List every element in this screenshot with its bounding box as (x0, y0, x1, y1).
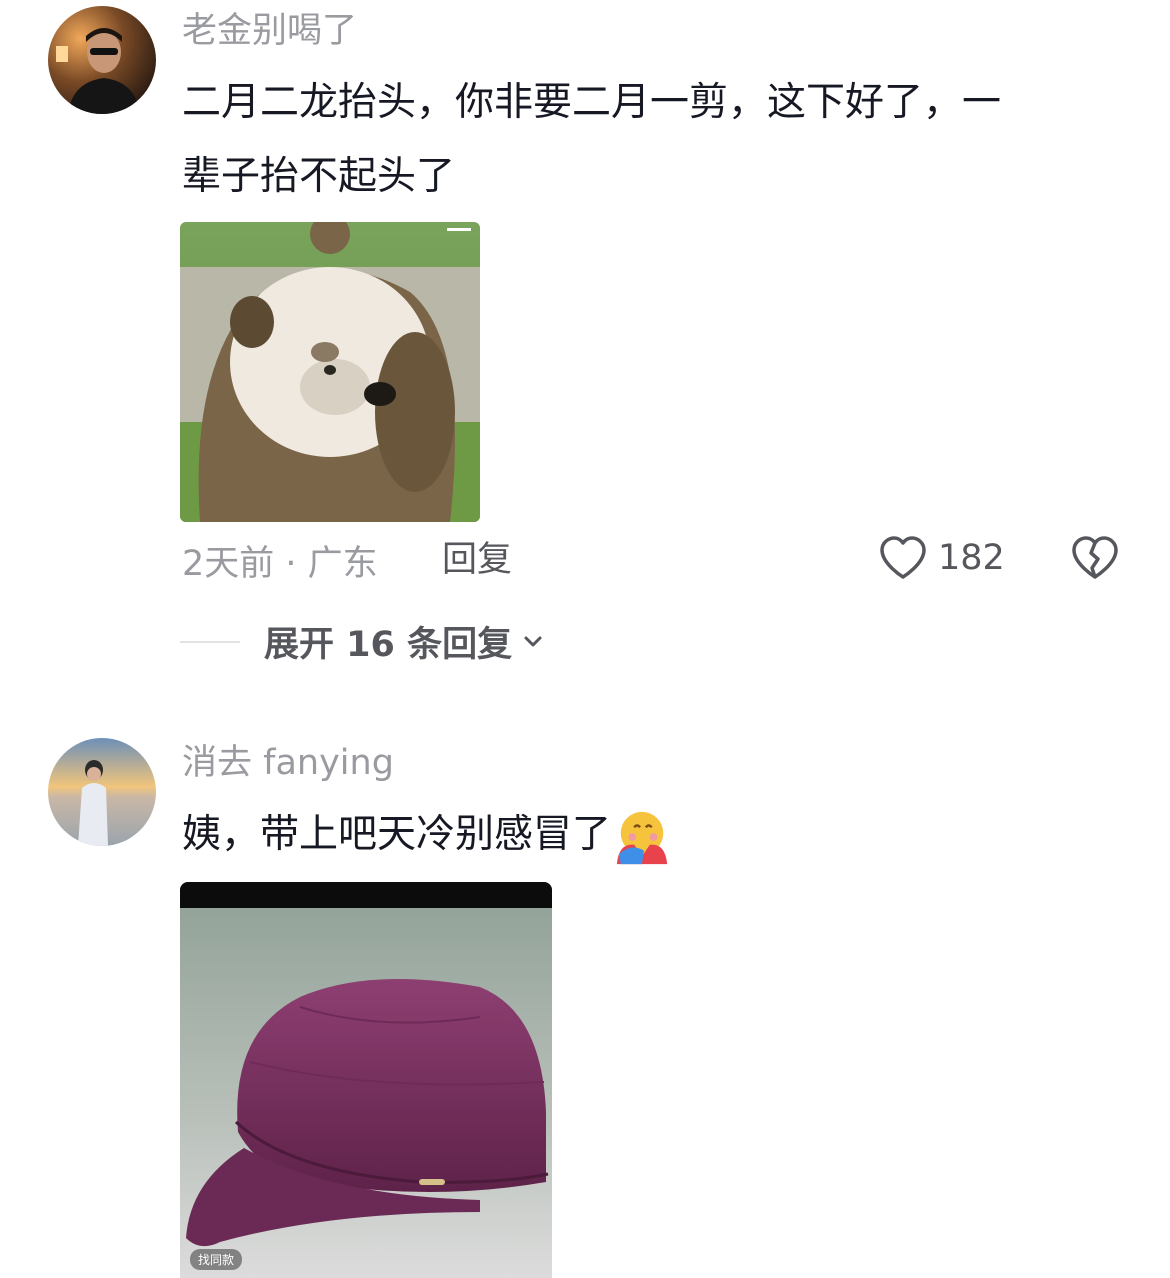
avatar[interactable] (48, 738, 156, 846)
expand-replies-button[interactable]: 展开 16 条回复 (180, 616, 546, 667)
comment-text: 姨，带上吧天冷别感冒了 (182, 798, 671, 872)
comment-image-hat[interactable]: 找同款 (180, 882, 552, 1278)
comment-meta: 2天前 · 广东 (182, 543, 378, 584)
chevron-down-icon (524, 636, 542, 646)
broken-heart-icon (1072, 536, 1118, 579)
username[interactable]: 老金别喝了 (182, 14, 357, 49)
like-count: 182 (938, 538, 1005, 578)
like-button[interactable]: 182 (878, 535, 1005, 581)
expand-replies-label: 展开 16 条回复 (264, 625, 513, 665)
comment-image-panda[interactable] (180, 222, 480, 522)
heart-icon (880, 536, 926, 579)
hug-emoji-icon (616, 811, 668, 864)
divider (180, 640, 240, 643)
reply-button[interactable]: 回复 (442, 538, 512, 582)
comment-text: 二月二龙抬头，你非要二月一剪，这下好了，一 辈子抬不起头了 (182, 66, 1001, 214)
comment-text-line: 辈子抬不起头了 (182, 154, 456, 199)
comment-text-line: 姨，带上吧天冷别感冒了 (182, 812, 612, 857)
avatar[interactable] (48, 6, 156, 114)
comment-text-line: 二月二龙抬头，你非要二月一剪，这下好了，一 (182, 80, 1002, 125)
dislike-button[interactable] (1070, 535, 1120, 585)
find-similar-badge[interactable]: 找同款 (190, 1249, 243, 1270)
username[interactable]: 消去 fanying (182, 746, 394, 781)
